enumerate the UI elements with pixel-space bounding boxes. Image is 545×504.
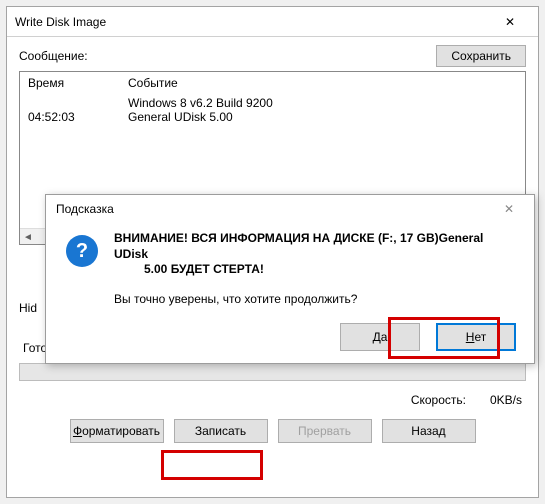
- speed-row: Скорость: 0KB/s: [19, 393, 526, 407]
- confirm-question: Вы точно уверены, что хотите продолжить?: [114, 292, 518, 306]
- dialog-title: Подсказка: [56, 202, 494, 216]
- log-header: Время Событие: [20, 72, 525, 94]
- progress-bar: [19, 363, 526, 381]
- close-icon: ✕: [504, 202, 514, 216]
- question-icon: ?: [66, 235, 98, 267]
- log-event: General UDisk 5.00: [128, 110, 517, 124]
- log-row: 04:52:03 General UDisk 5.00: [28, 110, 517, 124]
- titlebar: Write Disk Image ✕: [7, 7, 538, 37]
- warning-line1: ВНИМАНИЕ! ВСЯ ИНФОРМАЦИЯ НА ДИСКЕ (F:, 1…: [114, 231, 518, 262]
- format-button[interactable]: Форматировать: [70, 419, 164, 443]
- log-event: Windows 8 v6.2 Build 9200: [128, 96, 517, 110]
- log-row: Windows 8 v6.2 Build 9200: [28, 96, 517, 110]
- log-body: Windows 8 v6.2 Build 9200 04:52:03 Gener…: [20, 94, 525, 126]
- message-label: Сообщение:: [19, 49, 436, 63]
- close-icon: ✕: [505, 15, 515, 29]
- write-button[interactable]: Записать: [174, 419, 268, 443]
- confirm-dialog: Подсказка ✕ ? ВНИМАНИЕ! ВСЯ ИНФОРМАЦИЯ Н…: [45, 194, 535, 364]
- log-time: 04:52:03: [28, 110, 128, 124]
- speed-label: Скорость:: [411, 393, 466, 407]
- back-button[interactable]: Назад: [382, 419, 476, 443]
- yes-button[interactable]: Да: [340, 323, 420, 351]
- speed-value: 0KB/s: [490, 393, 522, 407]
- abort-button: Прервать: [278, 419, 372, 443]
- dialog-body: ? ВНИМАНИЕ! ВСЯ ИНФОРМАЦИЯ НА ДИСКЕ (F:,…: [46, 223, 534, 306]
- button-row: Форматировать Записать Прервать Назад: [19, 419, 526, 443]
- dialog-text: ВНИМАНИЕ! ВСЯ ИНФОРМАЦИЯ НА ДИСКЕ (F:, 1…: [114, 231, 518, 306]
- col-event-header: Событие: [128, 76, 517, 90]
- close-button[interactable]: ✕: [490, 8, 530, 36]
- warning-line2: 5.00 БУДЕТ СТЕРТА!: [114, 262, 518, 278]
- scroll-left-icon[interactable]: ◄: [20, 229, 36, 245]
- message-row: Сообщение: Сохранить: [19, 45, 526, 67]
- dialog-titlebar: Подсказка ✕: [46, 195, 534, 223]
- save-button[interactable]: Сохранить: [436, 45, 526, 67]
- window-title: Write Disk Image: [15, 15, 490, 29]
- log-time: [28, 96, 128, 110]
- no-button[interactable]: Нет: [436, 323, 516, 351]
- dialog-close-button[interactable]: ✕: [494, 197, 524, 221]
- hid-label: Hid: [19, 301, 37, 315]
- dialog-buttons: Да Нет: [340, 323, 516, 351]
- col-time-header: Время: [28, 76, 128, 90]
